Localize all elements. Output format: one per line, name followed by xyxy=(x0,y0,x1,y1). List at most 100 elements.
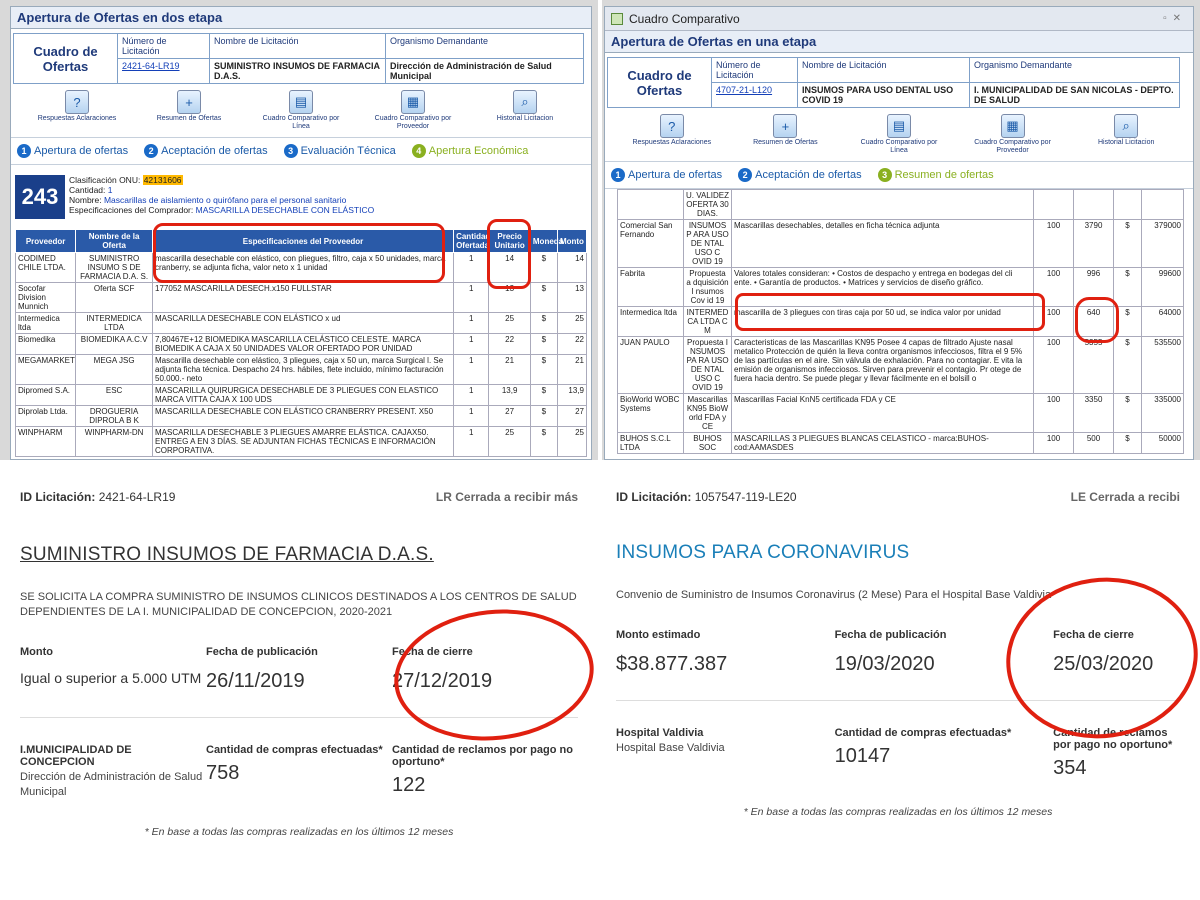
step-resumen[interactable]: 3 Resumen de ofertas xyxy=(877,168,994,182)
table-row[interactable]: Diprolab Ltda. DROGUERIA DIPROLA B K MASCA… xyxy=(14,405,588,427)
divider xyxy=(598,0,602,900)
table-cell: Caracteristicas de las Mascarillas KN95 … xyxy=(731,336,1034,394)
respuestas-button[interactable]: ? Respuestas Aclaraciones xyxy=(632,114,712,155)
licitacion-card-right: ID Licitación: 1057547-119-LE20 LE Cerra… xyxy=(602,468,1200,900)
step-aceptacion[interactable]: 2 Aceptación de ofertas xyxy=(738,168,862,182)
table-cell: BioWorld WOBC Systems xyxy=(617,393,684,433)
window-controls[interactable]: ▫✕ xyxy=(1163,13,1187,24)
reclamos-count: 354 xyxy=(1053,757,1087,779)
table-cell: INTERMED CA LTDA C M xyxy=(683,306,732,337)
numero-value[interactable]: 4707-21-L120 xyxy=(711,82,798,108)
cuadro-proveedor-button[interactable]: ▦ Cuadro Comparativo por Proveedor xyxy=(973,114,1053,155)
table-row[interactable]: Fabrita Propuesta a dquisición I nsumos C… xyxy=(617,267,1184,307)
step-evaluacion[interactable]: 3 Evaluación Técnica xyxy=(283,144,396,158)
table-cell: 100 xyxy=(1033,336,1074,394)
table-row[interactable]: U. VALIDEZ OFERTA 30 DIAS. xyxy=(617,189,1184,220)
table-cell: 1 xyxy=(453,384,490,406)
resumen-button[interactable]: + Resumen de Ofertas xyxy=(149,90,229,131)
col-especificaciones[interactable]: Especificaciones del Proveedor xyxy=(152,229,455,253)
table-cell: MASCARILLA QUIRURGICA DESECHABLE DE 3 PL… xyxy=(152,384,455,406)
table-cell xyxy=(1141,189,1184,220)
cuadro-linea-button[interactable]: ▤ Cuadro Comparativo por Línea xyxy=(859,114,939,155)
historial-button[interactable]: ⌕ Historial Licitacion xyxy=(485,90,565,131)
table-cell: 1 xyxy=(453,354,490,385)
offers-body: U. VALIDEZ OFERTA 30 DIAS. Comercial San … xyxy=(617,189,1184,454)
table-cell: 22 xyxy=(556,333,588,355)
step-aceptacion[interactable]: 2 Aceptación de ofertas xyxy=(144,144,268,158)
onu-code: 42131606 xyxy=(142,175,183,185)
toolbar-icons: ? Respuestas Aclaraciones + Resumen de Ofe… xyxy=(605,108,1193,157)
step-apertura[interactable]: 1 Apertura de ofertas xyxy=(611,168,722,182)
step-apertura-economica[interactable]: 4 Apertura Económica xyxy=(411,144,528,158)
window-title: Apertura de Ofertas en dos etapa xyxy=(11,7,591,29)
table-cell: Propuesta a dquisición I nsumos Cov id 1… xyxy=(683,267,732,307)
table-row[interactable]: Comercial San Fernando INSUMOS P ARA USO … xyxy=(617,219,1184,268)
table-cell: 1 xyxy=(453,312,490,334)
respuestas-button[interactable]: ? Respuestas Aclaraciones xyxy=(37,90,117,131)
table-row[interactable]: CODIMED CHILE LTDA. SUMINISTRO INSUMO S D… xyxy=(14,252,588,283)
table-cell: Mascarillas desechables, detalles en fic… xyxy=(731,219,1034,268)
table-row[interactable]: Intermedica ltda INTERMEDICA LTDA MASCARIL… xyxy=(14,312,588,334)
table-cell: Dipromed S.A. xyxy=(14,384,77,406)
table-row[interactable]: BioWorld WOBC Systems Mascarillas KN95 Bi… xyxy=(617,393,1184,433)
table-cell: $ xyxy=(529,312,558,334)
numero-value[interactable]: 2421-64-LR19 xyxy=(117,58,210,84)
table-row[interactable]: BUHOS S.C.L LTDA BUHOS SOC MASCARILLAS 3 P… xyxy=(617,432,1184,454)
table-cell: 13 xyxy=(556,282,588,313)
tender-number-link[interactable]: 4707-21-L120 xyxy=(716,85,772,95)
cuadro-de-ofertas-title: Cuadro de Ofertas xyxy=(13,33,118,84)
table-cell: ESC xyxy=(75,384,154,406)
history-icon: ⌕ xyxy=(513,90,537,114)
app-icon xyxy=(611,12,623,25)
col-cantidad[interactable]: Cantidad Ofertada xyxy=(453,229,490,253)
cuadro-proveedor-button[interactable]: ▦ Cuadro Comparativo por Proveedor xyxy=(373,90,453,131)
col-moneda[interactable]: Moneda xyxy=(529,229,563,253)
table-row[interactable]: Socofar Division Munnich Oferta SCF 177052… xyxy=(14,282,588,313)
table-row[interactable]: MEGAMARKET MEGA JSG Mascarilla desechable … xyxy=(14,354,588,385)
table-cell: 1 xyxy=(453,252,490,283)
table-row[interactable]: WINPHARM WINPHARM-DN MASCARILLA DESECHABLE… xyxy=(14,426,588,457)
tender-title-link[interactable]: SUMINISTRO INSUMOS DE FARMACIA D.A.S. xyxy=(20,544,578,566)
table-cell: 25 xyxy=(556,312,588,334)
table-row[interactable]: Biomedika BIOMEDIKA A.C.V 7,80467E+12 BIOM… xyxy=(14,333,588,355)
table-cell: $ xyxy=(529,282,558,313)
table-cell: JUAN PAULO xyxy=(617,336,684,394)
table-cell: 14 xyxy=(488,252,531,283)
offers-window: Apertura de Ofertas en dos etapa Cuadro … xyxy=(10,6,592,460)
step-apertura[interactable]: 1 Apertura de ofertas xyxy=(17,144,128,158)
tender-header-table: Cuadro de Ofertas Número de Licitación N… xyxy=(607,57,1180,108)
table-row[interactable]: Dipromed S.A. ESC MASCARILLA QUIRURGICA DE… xyxy=(14,384,588,406)
table-cell: 25 xyxy=(488,312,531,334)
organismo-value: Dirección de Administración de Salud Mun… xyxy=(385,58,584,84)
col-proveedor[interactable]: Proveedor xyxy=(14,229,77,253)
id-row: ID Licitación: 1057547-119-LE20 LE Cerra… xyxy=(616,490,1180,504)
table-cell: $ xyxy=(529,333,558,355)
footnote: * En base a todas las compras realizadas… xyxy=(743,806,1053,818)
table-cell: 535500 xyxy=(1141,336,1184,394)
table-cell: 177052 MASCARILLA DESECH.x150 FULLSTAR xyxy=(152,282,455,313)
historial-button[interactable]: ⌕ Historial Licitacion xyxy=(1086,114,1166,155)
publicacion-date: 26/11/2019 xyxy=(206,670,305,692)
table-row[interactable]: Intermedica ltda INTERMED CA LTDA C Mmasc… xyxy=(617,306,1184,337)
table-cell: $ xyxy=(529,405,558,427)
tender-description: SE SOLICITA LA COMPRA SUMINISTRO DE INSU… xyxy=(20,591,577,618)
compras-count: 10147 xyxy=(834,745,891,767)
footnote: * En base a todas las compras realizadas… xyxy=(144,826,454,838)
table-cell: Comercial San Fernando xyxy=(617,219,684,268)
offers-table-wrap: U. VALIDEZ OFERTA 30 DIAS. Comercial San … xyxy=(617,189,1184,454)
table-cell: CODIMED CHILE LTDA. xyxy=(14,252,77,283)
compras-count: 758 xyxy=(206,762,240,784)
buyer-stats-row: I.MUNICIPALIDAD DE CONCEPCION Dirección d… xyxy=(20,744,578,800)
col-precio[interactable]: Precio Unitario xyxy=(488,229,531,253)
cuadro-linea-button[interactable]: ▤ Cuadro Comparativo por Línea xyxy=(261,90,341,131)
col-monto[interactable]: Monto xyxy=(556,229,588,253)
col-nombre-oferta[interactable]: Nombre de la Oferta xyxy=(75,229,154,253)
table-cell: $ xyxy=(529,384,558,406)
table-cell: 7,80467E+12 BIOMEDIKA MASCARILLA CELÁSTI… xyxy=(152,333,455,355)
tender-number-link[interactable]: 2421-64-LR19 xyxy=(122,61,180,71)
table-cell: Socofar Division Munnich xyxy=(14,282,77,313)
table-row[interactable]: JUAN PAULO Propuesta I NSUMOS PA RA USO D… xyxy=(617,336,1184,394)
tender-title-link[interactable]: INSUMOS PARA CORONAVIRUS xyxy=(616,542,1180,564)
table-cell: 14 xyxy=(556,252,588,283)
resumen-button[interactable]: + Resumen de Ofertas xyxy=(745,114,825,155)
